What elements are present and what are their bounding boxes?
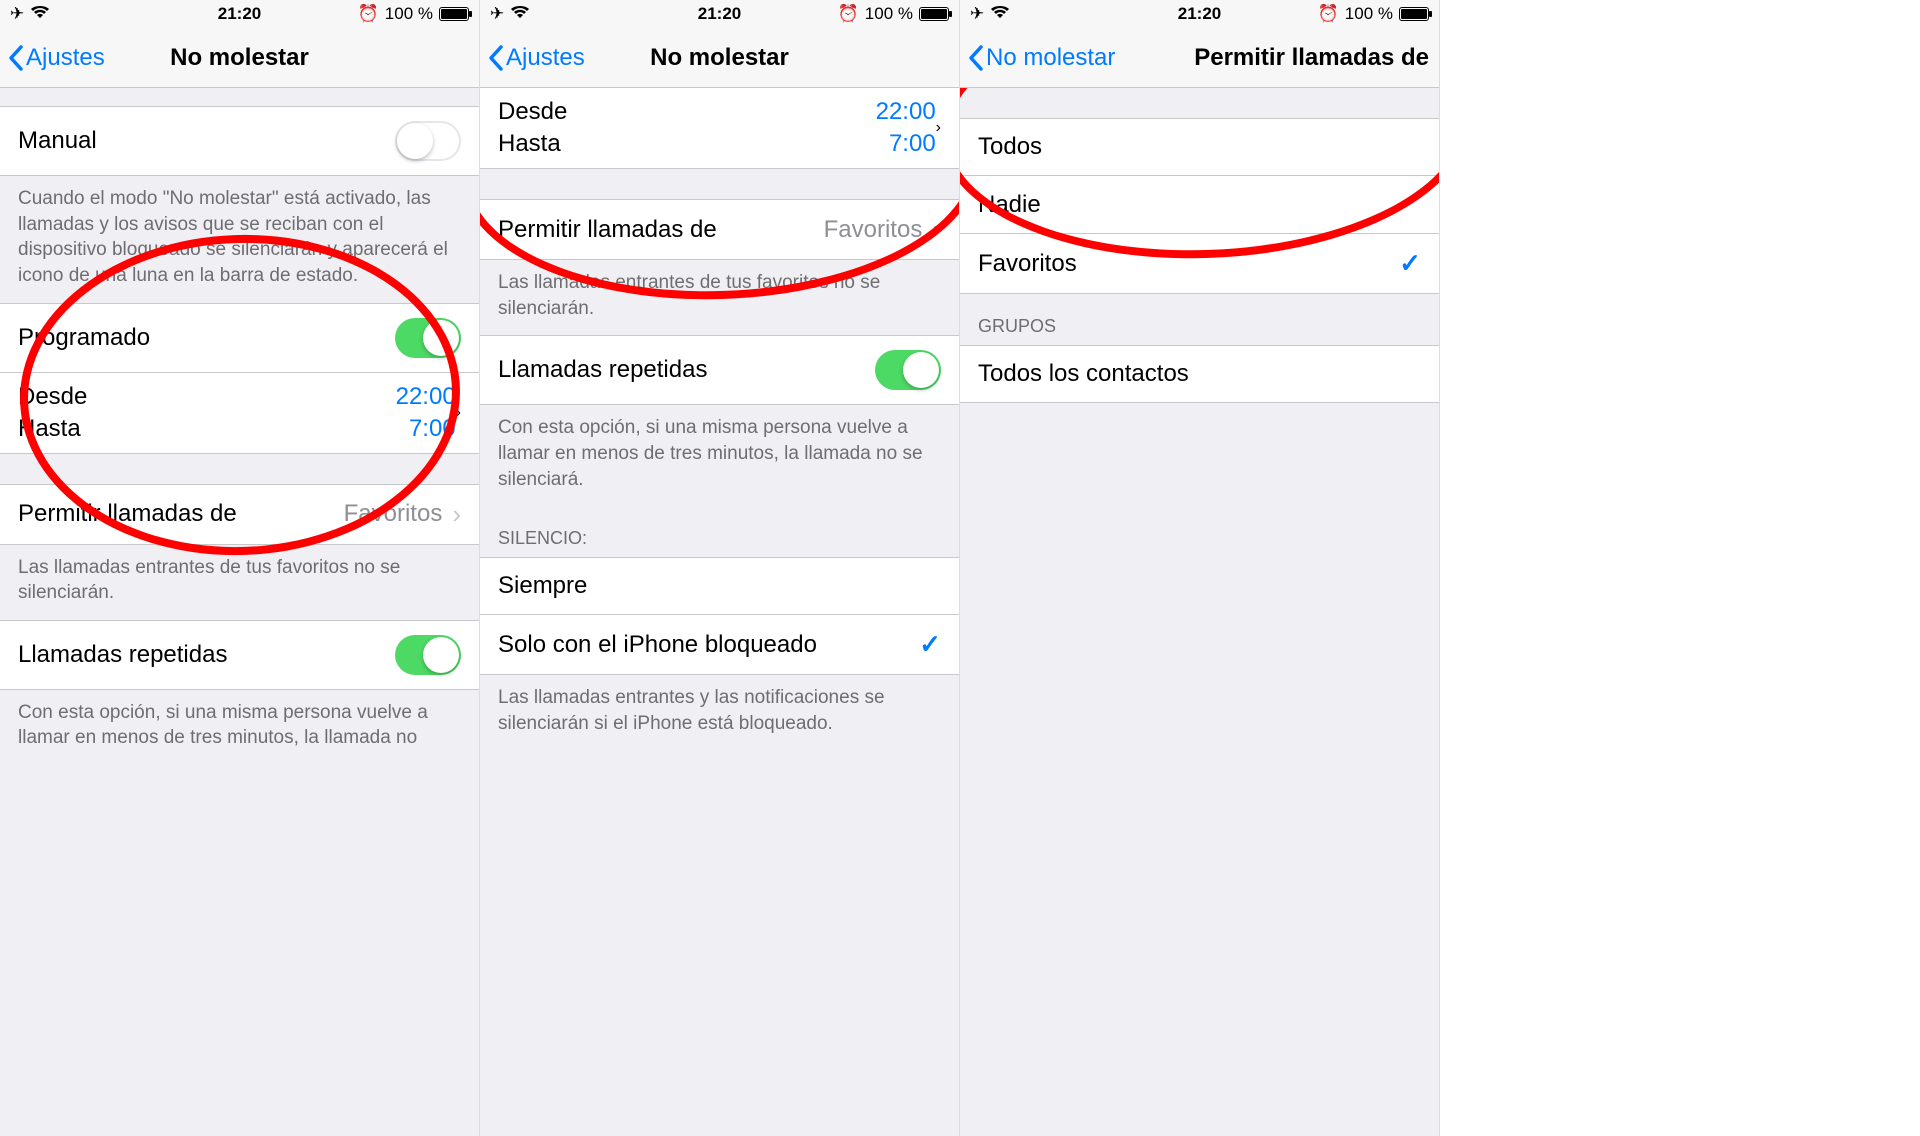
allow-calls-value: Favoritos — [824, 216, 923, 244]
back-button[interactable]: Ajustes — [8, 44, 105, 72]
content: Todos Nadie Favoritos ✓ GRUPOS Todos los… — [960, 88, 1439, 403]
hasta-label: Hasta — [18, 415, 396, 443]
battery-percent: 100 % — [385, 4, 433, 24]
allow-calls-label: Permitir llamadas de — [498, 216, 824, 244]
option-contactos-label: Todos los contactos — [978, 360, 1421, 388]
programado-label: Programado — [18, 324, 395, 352]
allow-calls-footer: Las llamadas entrantes de tus favoritos … — [0, 545, 479, 620]
check-icon: ✓ — [1399, 248, 1421, 279]
status-time: 21:20 — [698, 4, 741, 24]
silence-locked-row[interactable]: Solo con el iPhone bloqueado ✓ — [480, 615, 959, 675]
chevron-right-icon: › — [456, 404, 461, 422]
back-button[interactable]: Ajustes — [488, 44, 585, 72]
airplane-icon: ✈︎ — [490, 4, 504, 24]
chevron-left-icon — [8, 45, 24, 71]
option-todos-label: Todos — [978, 133, 1421, 161]
chevron-left-icon — [488, 45, 504, 71]
option-nadie[interactable]: Nadie — [960, 176, 1439, 234]
alarm-icon: ⏰ — [358, 4, 379, 24]
repeated-calls-label: Llamadas repetidas — [18, 641, 395, 669]
silence-always-label: Siempre — [498, 572, 941, 600]
wifi-icon — [510, 4, 530, 24]
hasta-value: 7:00 — [876, 130, 936, 158]
option-favoritos[interactable]: Favoritos ✓ — [960, 234, 1439, 294]
chevron-right-icon: › — [452, 499, 461, 530]
manual-footer: Cuando el modo "No molestar" está activa… — [0, 176, 479, 303]
schedule-row[interactable]: Desde Hasta 22:00 7:00 › — [480, 88, 959, 169]
desde-value: 22:00 — [396, 383, 456, 411]
option-contactos[interactable]: Todos los contactos — [960, 345, 1439, 403]
wifi-icon — [30, 4, 50, 24]
allow-calls-row[interactable]: Permitir llamadas de Favoritos › — [0, 484, 479, 545]
silence-footer: Las llamadas entrantes y las notificacio… — [480, 675, 959, 750]
programado-row[interactable]: Programado — [0, 303, 479, 373]
wifi-icon — [990, 4, 1010, 24]
blank-area — [1440, 0, 1920, 1136]
nav-title: No molestar — [650, 44, 789, 72]
battery-percent: 100 % — [865, 4, 913, 24]
content: Manual Cuando el modo "No molestar" está… — [0, 88, 479, 765]
screen-2: ✈︎ 21:20 ⏰ 100 % Ajustes No molestar Des… — [480, 0, 960, 1136]
airplane-icon: ✈︎ — [10, 4, 24, 24]
repeated-calls-row[interactable]: Llamadas repetidas — [0, 620, 479, 690]
nav-bar: Ajustes No molestar — [480, 28, 959, 88]
grupos-header: GRUPOS — [960, 294, 1439, 345]
status-bar: ✈︎ 21:20 ⏰ 100 % — [480, 0, 959, 28]
repeated-calls-toggle[interactable] — [395, 635, 461, 675]
allow-calls-row[interactable]: Permitir llamadas de Favoritos › — [480, 199, 959, 260]
manual-label: Manual — [18, 127, 395, 155]
nav-bar: No molestar Permitir llamadas de — [960, 28, 1439, 88]
alarm-icon: ⏰ — [1318, 4, 1339, 24]
desde-label: Desde — [18, 383, 396, 411]
chevron-right-icon: › — [936, 119, 941, 137]
nav-title: Permitir llamadas de — [1194, 44, 1429, 72]
repeated-calls-footer: Con esta opción, si una misma persona vu… — [480, 405, 959, 506]
battery-icon — [439, 7, 469, 21]
allow-calls-footer: Las llamadas entrantes de tus favoritos … — [480, 260, 959, 335]
option-todos[interactable]: Todos — [960, 118, 1439, 176]
silence-locked-label: Solo con el iPhone bloqueado — [498, 631, 919, 659]
repeated-calls-row[interactable]: Llamadas repetidas — [480, 335, 959, 405]
airplane-icon: ✈︎ — [970, 4, 984, 24]
repeated-calls-label: Llamadas repetidas — [498, 356, 875, 384]
schedule-row[interactable]: Desde Hasta 22:00 7:00 › — [0, 373, 479, 454]
repeated-calls-footer: Con esta opción, si una misma persona vu… — [0, 690, 479, 765]
programado-toggle[interactable] — [395, 318, 461, 358]
battery-percent: 100 % — [1345, 4, 1393, 24]
silence-always-row[interactable]: Siempre — [480, 557, 959, 615]
option-favoritos-label: Favoritos — [978, 250, 1399, 278]
alarm-icon: ⏰ — [838, 4, 859, 24]
back-label: Ajustes — [26, 44, 105, 72]
nav-bar: Ajustes No molestar — [0, 28, 479, 88]
manual-row[interactable]: Manual — [0, 106, 479, 176]
hasta-label: Hasta — [498, 130, 876, 158]
status-bar: ✈︎ 21:20 ⏰ 100 % — [960, 0, 1439, 28]
content: Desde Hasta 22:00 7:00 › Permitir llamad… — [480, 88, 959, 750]
screen-3: ✈︎ 21:20 ⏰ 100 % No molestar Permitir ll… — [960, 0, 1440, 1136]
chevron-left-icon — [968, 45, 984, 71]
desde-label: Desde — [498, 98, 876, 126]
status-bar: ✈︎ 21:20 ⏰ 100 % — [0, 0, 479, 28]
nav-title: No molestar — [170, 44, 309, 72]
back-label: Ajustes — [506, 44, 585, 72]
allow-calls-value: Favoritos — [344, 500, 443, 528]
silence-header: SILENCIO: — [480, 506, 959, 557]
hasta-value: 7:00 — [396, 415, 456, 443]
option-nadie-label: Nadie — [978, 191, 1421, 219]
desde-value: 22:00 — [876, 98, 936, 126]
check-icon: ✓ — [919, 629, 941, 660]
status-time: 21:20 — [1178, 4, 1221, 24]
repeated-calls-toggle[interactable] — [875, 350, 941, 390]
chevron-right-icon: › — [932, 214, 941, 245]
allow-calls-label: Permitir llamadas de — [18, 500, 344, 528]
back-button[interactable]: No molestar — [968, 44, 1115, 72]
screen-1: ✈︎ 21:20 ⏰ 100 % Ajustes No molestar Man… — [0, 0, 480, 1136]
back-label: No molestar — [986, 44, 1115, 72]
battery-icon — [1399, 7, 1429, 21]
battery-icon — [919, 7, 949, 21]
status-time: 21:20 — [218, 4, 261, 24]
manual-toggle[interactable] — [395, 121, 461, 161]
